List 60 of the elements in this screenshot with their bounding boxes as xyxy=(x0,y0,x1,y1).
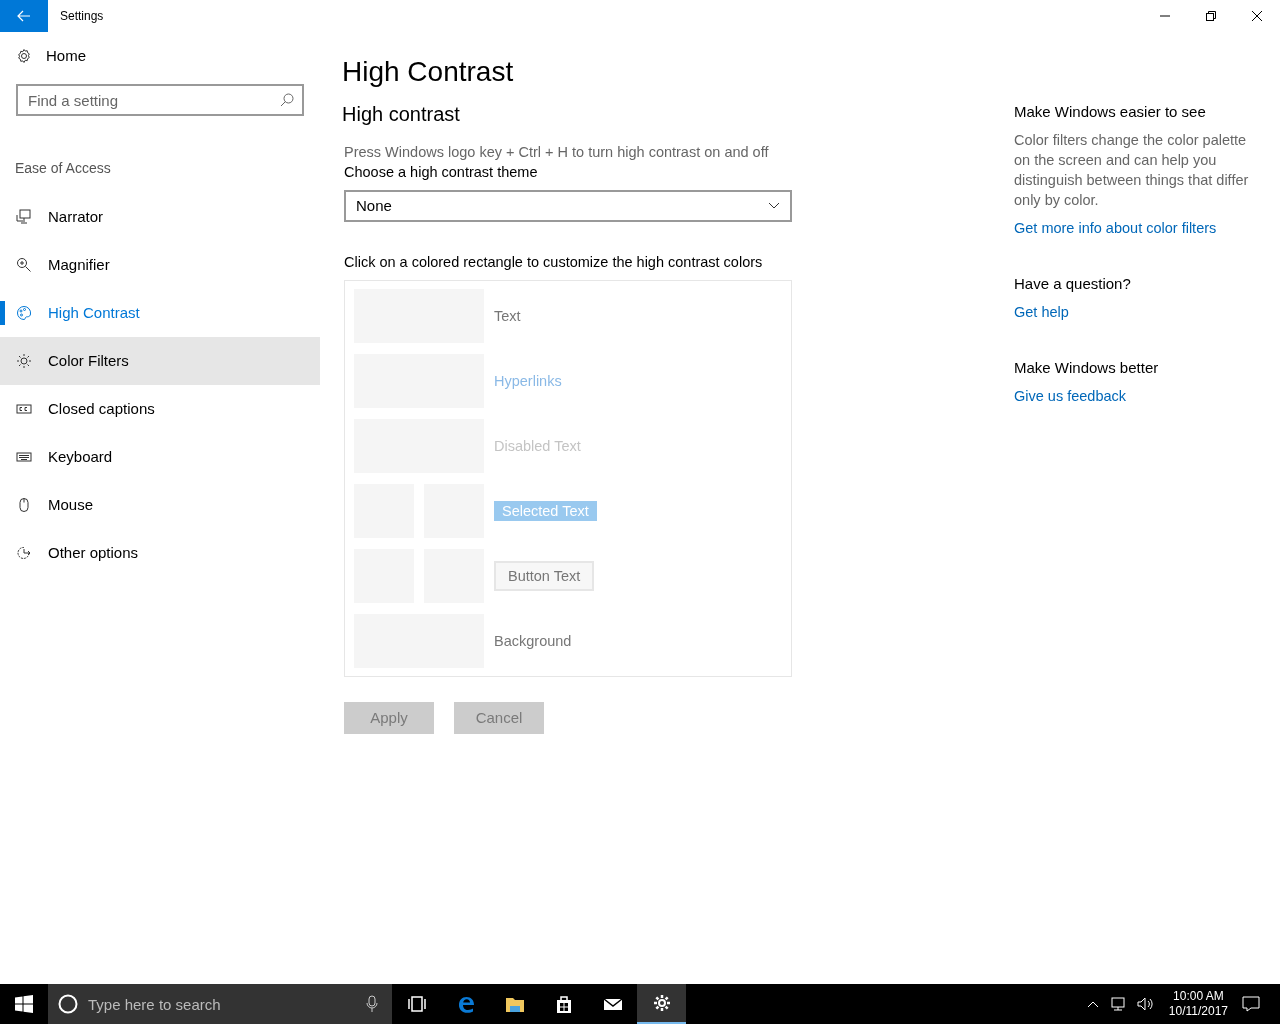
section-heading: High contrast xyxy=(342,102,461,127)
hyperlink-label: Hyperlinks xyxy=(494,372,562,391)
windows-logo-icon xyxy=(15,995,33,1013)
magnifier-icon xyxy=(16,257,32,273)
clock-arrow-icon xyxy=(16,545,32,561)
colors-instruction: Click on a colored rectangle to customize the high contrast colors xyxy=(344,253,764,272)
window-title: Settings xyxy=(60,8,104,25)
aside-heading: Make Windows better xyxy=(1014,358,1160,378)
keyboard-icon xyxy=(16,449,32,465)
nav-item[interactable]: Mouse xyxy=(0,481,320,529)
theme-dropdown[interactable]: None xyxy=(344,190,792,222)
button-text-label: Button Text xyxy=(494,561,595,591)
closed-captions-icon xyxy=(16,401,32,417)
nav-item[interactable]: Magnifier xyxy=(0,241,320,289)
search-field[interactable]: Find a setting xyxy=(16,84,304,116)
section-label: Ease of Access xyxy=(14,159,112,178)
gear-icon xyxy=(16,48,32,64)
help-link[interactable]: Get more info about color filters xyxy=(1014,218,1264,238)
speaker-icon xyxy=(1136,996,1155,1012)
page-title: High Contrast xyxy=(342,55,515,89)
nav-item[interactable]: High Contrast xyxy=(0,289,320,337)
selection-indicator xyxy=(0,301,5,325)
nav-item[interactable]: Narrator xyxy=(0,193,320,241)
home-link[interactable]: Home xyxy=(0,32,320,80)
nav-item[interactable]: Closed captions xyxy=(0,385,320,433)
clock-date: 10/11/2017 xyxy=(1168,1004,1228,1019)
help-link[interactable]: Give us feedback xyxy=(1014,386,1264,406)
cortana-circle-icon xyxy=(58,994,78,1014)
nav-item[interactable]: Other options xyxy=(0,529,320,577)
aside-heading: Have a question? xyxy=(1014,274,1132,294)
aside-heading: Make Windows easier to see xyxy=(1014,102,1207,122)
narrator-icon xyxy=(16,209,32,225)
chevron-up-icon xyxy=(1086,1000,1099,1008)
text-label: Text xyxy=(494,307,521,326)
taskbar-search-field[interactable]: Type here to search xyxy=(48,984,392,1024)
nav-item[interactable]: Keyboard xyxy=(0,433,320,481)
nav-item[interactable]: Color Filters xyxy=(0,337,320,385)
taskbar-app-button[interactable] xyxy=(637,984,686,1024)
close-icon xyxy=(1252,11,1262,21)
background-label: Background xyxy=(494,632,572,651)
palette-icon xyxy=(16,305,32,321)
selected-text-label: Selected Text xyxy=(494,501,597,521)
disabled-text-label: Disabled Text xyxy=(494,437,581,456)
back-arrow-icon xyxy=(17,10,31,22)
gear-icon xyxy=(651,993,672,1013)
back-button[interactable] xyxy=(0,0,48,32)
theme-label: Choose a high contrast theme xyxy=(344,163,539,182)
microphone-icon xyxy=(366,995,378,1013)
notification-icon xyxy=(1242,996,1260,1012)
sun-icon xyxy=(16,353,32,369)
clock-time: 10:00 AM xyxy=(1173,989,1224,1004)
help-link[interactable]: Get help xyxy=(1014,302,1264,322)
network-icon xyxy=(1108,996,1127,1012)
task-view-icon xyxy=(406,994,427,1014)
chevron-down-icon xyxy=(768,202,780,210)
aside-description: Color filters change the color palette on the screen and can help you distinguish between things that differ only by color. xyxy=(1014,131,1250,210)
restore-icon xyxy=(1206,11,1216,21)
mouse-icon xyxy=(16,497,32,513)
search-icon xyxy=(280,93,294,107)
shortcut-hint: Press Windows logo key + Ctrl + H to turn high contrast on and off xyxy=(344,143,770,162)
